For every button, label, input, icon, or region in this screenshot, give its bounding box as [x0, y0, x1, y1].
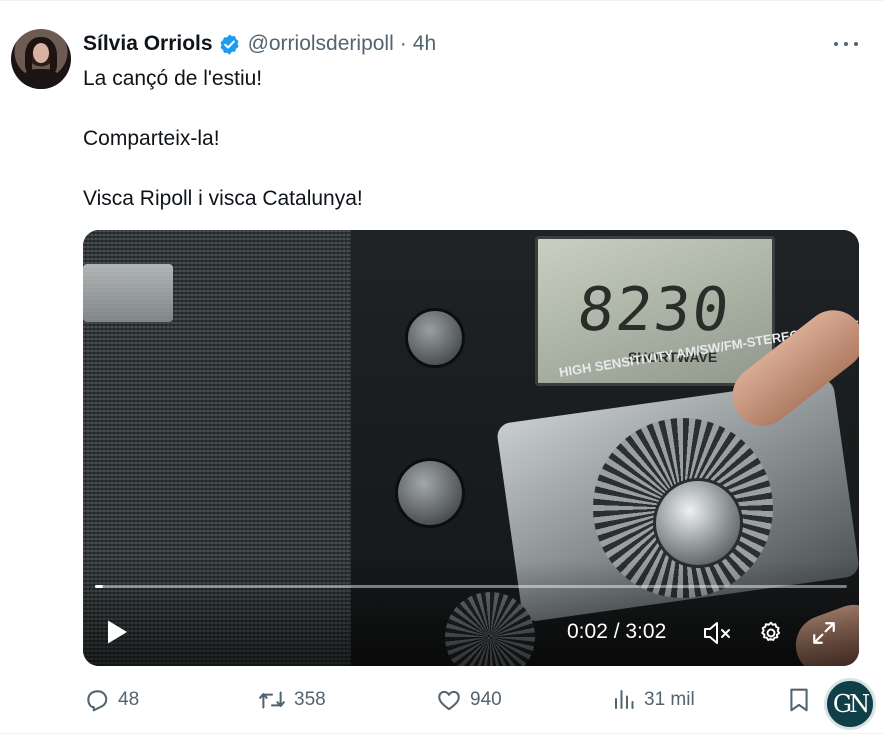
tweet-card[interactable]: Sílvia Orriols @orriolsderipoll · 4h La … [0, 0, 884, 734]
separator-dot: · [399, 32, 407, 55]
author-name[interactable]: Sílvia Orriols [83, 32, 213, 56]
play-button[interactable] [103, 618, 131, 646]
video-time-readout: 0:02 / 3:02 [567, 620, 667, 643]
bookmark-button[interactable] [788, 681, 818, 719]
video-frame-knob-cap [653, 478, 743, 568]
like-button[interactable]: 940 [436, 681, 502, 719]
more-dot-icon [854, 42, 858, 46]
video-progress-bar[interactable] [95, 585, 847, 588]
gear-icon [761, 621, 781, 642]
volume-muted-icon [704, 622, 730, 644]
more-dot-icon [834, 42, 838, 46]
verified-badge-icon[interactable] [218, 33, 241, 56]
reply-count: 48 [118, 689, 140, 710]
reply-button[interactable]: 48 [84, 681, 139, 719]
tweet-line: La cançó de l'estiu! [83, 67, 263, 90]
bookmark-icon [790, 688, 808, 712]
tweet-header: Sílvia Orriols @orriolsderipoll · 4h [83, 31, 436, 57]
views-count: 31 mil [644, 689, 695, 710]
more-options-button[interactable] [831, 33, 861, 55]
post-time[interactable]: 4h [413, 32, 436, 56]
video-frame-badge [83, 264, 173, 322]
views-chart-icon [615, 690, 634, 709]
views-button[interactable]: 31 mil [612, 681, 695, 719]
tweet-actions-bar: 48 358 940 31 mil [0, 681, 884, 719]
expand-icon [813, 622, 835, 644]
mute-button[interactable] [702, 618, 732, 648]
video-player[interactable]: 8230 SHORTWAVE HIGH SENSITIVITY AM/SW/FM… [83, 230, 859, 666]
reply-icon [87, 690, 108, 712]
play-icon [108, 620, 127, 644]
heart-icon [438, 690, 460, 711]
author-handle[interactable]: @orriolsderipoll [248, 32, 394, 56]
tweet-line: Visca Ripoll i visca Catalunya! [83, 187, 363, 210]
avatar-face-shape [33, 43, 49, 63]
fullscreen-button[interactable] [809, 618, 839, 648]
retweet-count: 358 [294, 689, 326, 710]
lcd-number: 8230 [574, 275, 735, 345]
gn-watermark-logo: GN [824, 678, 876, 730]
avatar[interactable] [11, 29, 71, 89]
more-dot-icon [844, 42, 848, 46]
video-frame-knob [405, 308, 465, 368]
video-progress-fill [95, 585, 104, 588]
settings-button[interactable] [756, 618, 786, 648]
controls-overlay [83, 560, 859, 666]
tweet-text: La cançó de l'estiu! Comparteix-la! Visc… [83, 64, 363, 214]
tweet-line: Comparteix-la! [83, 127, 220, 150]
retweet-button[interactable]: 358 [258, 681, 326, 719]
retweet-icon [259, 691, 285, 709]
gn-watermark-text: GN [832, 690, 870, 718]
like-count: 940 [470, 689, 502, 710]
video-frame-knob [395, 458, 465, 528]
